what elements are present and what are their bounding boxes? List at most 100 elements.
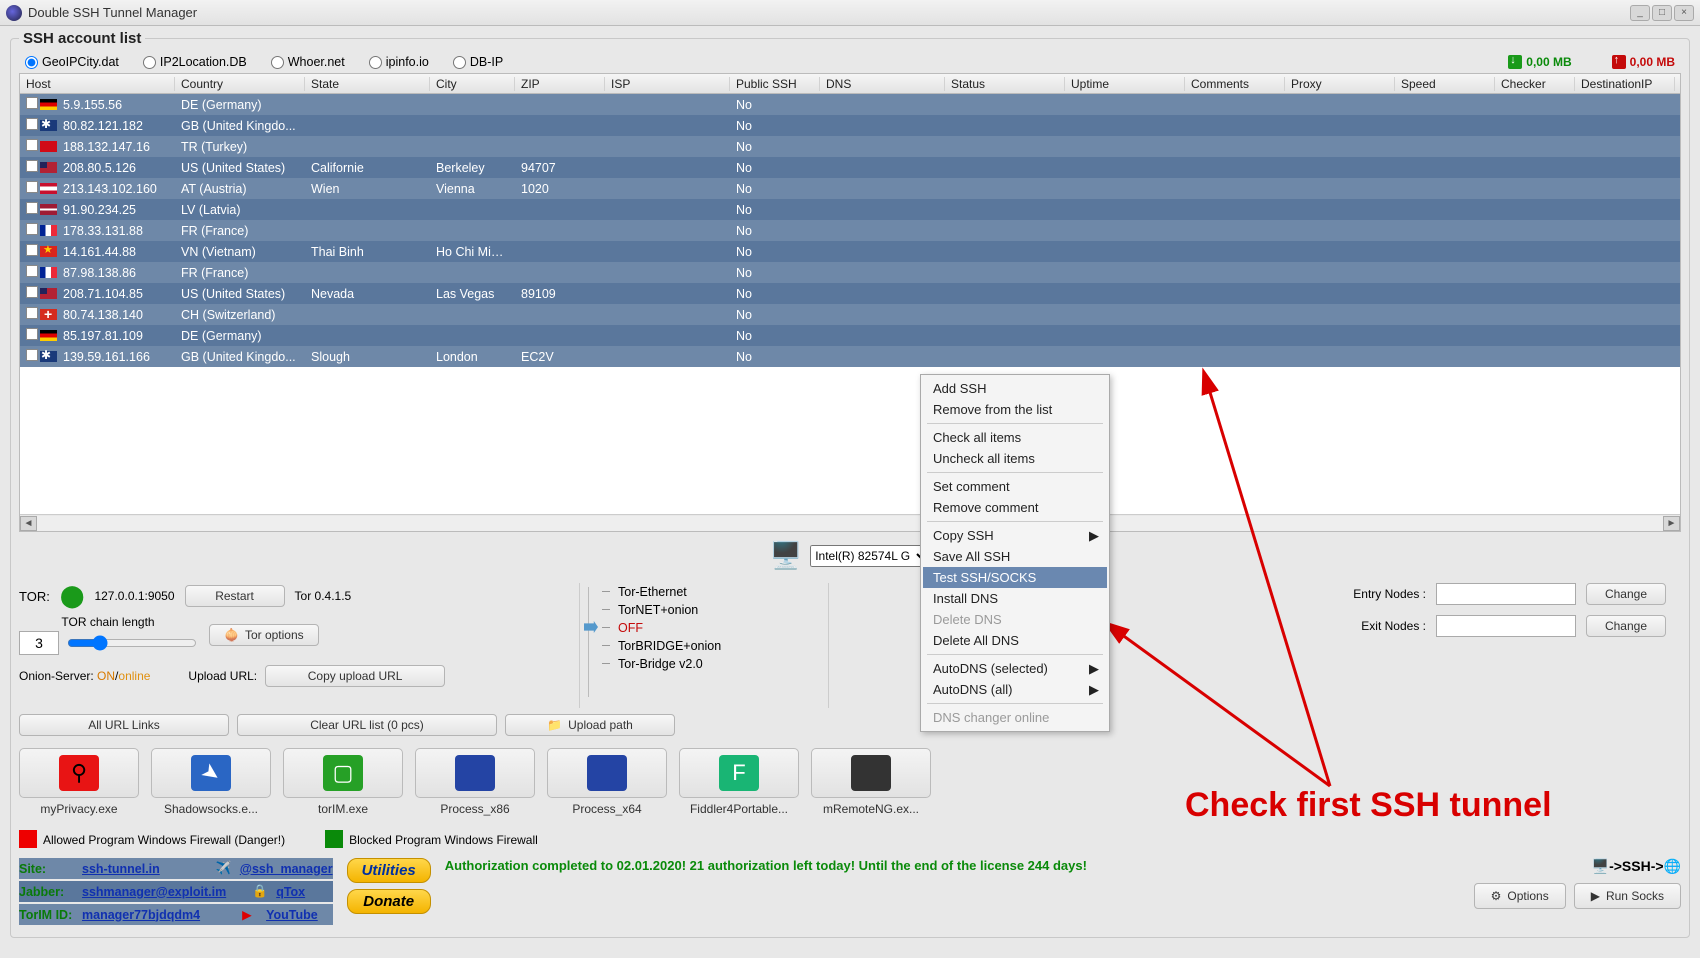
row-checkbox[interactable]: [26, 160, 38, 172]
row-checkbox[interactable]: [26, 202, 38, 214]
clear-url-list-button[interactable]: Clear URL list (0 pcs): [237, 714, 497, 736]
row-checkbox[interactable]: [26, 349, 38, 361]
menu-item[interactable]: Set comment: [923, 476, 1107, 497]
grid-hscroll[interactable]: ◄ ►: [20, 514, 1680, 531]
torim-link[interactable]: manager77bjdqdm4: [82, 908, 200, 922]
row-checkbox[interactable]: [26, 328, 38, 340]
youtube-link[interactable]: YouTube: [266, 908, 318, 922]
run-socks-button[interactable]: ▶Run Socks: [1574, 883, 1681, 909]
menu-item[interactable]: Test SSH/SOCKS: [923, 567, 1107, 588]
jabber-link[interactable]: sshmanager@exploit.im: [82, 885, 226, 899]
tor-chain-value[interactable]: [19, 631, 59, 655]
menu-item[interactable]: Uncheck all items: [923, 448, 1107, 469]
scroll-right[interactable]: ►: [1663, 516, 1680, 531]
app-launch-button[interactable]: [811, 748, 931, 798]
tor-restart-button[interactable]: Restart: [185, 585, 285, 607]
table-row[interactable]: 208.71.104.85US (United States)NevadaLas…: [20, 283, 1680, 304]
telegram-link[interactable]: @ssh_manager: [240, 862, 333, 876]
col-city[interactable]: City: [430, 77, 515, 91]
menu-item[interactable]: Check all items: [923, 427, 1107, 448]
grid-rows[interactable]: 5.9.155.56DE (Germany)No80.82.121.182GB …: [20, 94, 1680, 514]
exit-nodes-input[interactable]: [1436, 615, 1576, 637]
geo-opt-2[interactable]: Whoer.net: [271, 55, 345, 69]
tree-item-4[interactable]: Tor-Bridge v2.0: [594, 655, 814, 673]
tor-options-button[interactable]: 🧅Tor options: [209, 624, 319, 646]
maximize-button[interactable]: □: [1652, 5, 1672, 21]
col-dest[interactable]: DestinationIP: [1575, 77, 1675, 91]
scroll-left[interactable]: ◄: [20, 516, 37, 531]
table-row[interactable]: 91.90.234.25LV (Latvia)No: [20, 199, 1680, 220]
geo-opt-3[interactable]: ipinfo.io: [369, 55, 429, 69]
tor-chain-slider[interactable]: [67, 635, 197, 651]
menu-item[interactable]: AutoDNS (selected)▶: [923, 658, 1107, 679]
donate-button[interactable]: Donate: [347, 889, 431, 914]
tree-item-1[interactable]: TorNET+onion: [594, 601, 814, 619]
app-launch-button[interactable]: [547, 748, 667, 798]
scroll-track[interactable]: [37, 516, 1663, 531]
col-host[interactable]: Host: [20, 77, 175, 91]
table-row[interactable]: 139.59.161.166GB (United Kingdo...Slough…: [20, 346, 1680, 367]
options-button[interactable]: ⚙Options: [1474, 883, 1566, 909]
copy-upload-url-button[interactable]: Copy upload URL: [265, 665, 445, 687]
menu-item[interactable]: Delete All DNS: [923, 630, 1107, 651]
menu-item[interactable]: Save All SSH: [923, 546, 1107, 567]
table-row[interactable]: 80.82.121.182GB (United Kingdo...No: [20, 115, 1680, 136]
tree-item-0[interactable]: Tor-Ethernet: [594, 583, 814, 601]
utilities-button[interactable]: Utilities: [347, 858, 431, 883]
menu-item[interactable]: AutoDNS (all)▶: [923, 679, 1107, 700]
app-launch-button[interactable]: ⚲: [19, 748, 139, 798]
grid-header[interactable]: Host Country State City ZIP ISP Public S…: [20, 74, 1680, 94]
entry-nodes-input[interactable]: [1436, 583, 1576, 605]
app-launch-button[interactable]: ▢: [283, 748, 403, 798]
geo-opt-4[interactable]: DB-IP: [453, 55, 503, 69]
col-state[interactable]: State: [305, 77, 430, 91]
entry-nodes-change-button[interactable]: Change: [1586, 583, 1666, 605]
col-uptime[interactable]: Uptime: [1065, 77, 1185, 91]
table-row[interactable]: 80.74.138.140CH (Switzerland)No: [20, 304, 1680, 325]
menu-item[interactable]: Copy SSH▶: [923, 525, 1107, 546]
table-row[interactable]: 85.197.81.109DE (Germany)No: [20, 325, 1680, 346]
geo-opt-0[interactable]: GeoIPCity.dat: [25, 55, 119, 69]
adapter-select[interactable]: Intel(R) 82574L G: [810, 545, 930, 567]
row-checkbox[interactable]: [26, 265, 38, 277]
table-row[interactable]: 5.9.155.56DE (Germany)No: [20, 94, 1680, 115]
col-isp[interactable]: ISP: [605, 77, 730, 91]
col-pssh[interactable]: Public SSH: [730, 77, 820, 91]
col-comments[interactable]: Comments: [1185, 77, 1285, 91]
table-row[interactable]: 188.132.147.16TR (Turkey)No: [20, 136, 1680, 157]
col-proxy[interactable]: Proxy: [1285, 77, 1395, 91]
menu-item[interactable]: Remove comment: [923, 497, 1107, 518]
table-row[interactable]: 178.33.131.88FR (France)No: [20, 220, 1680, 241]
minimize-button[interactable]: _: [1630, 5, 1650, 21]
table-row[interactable]: 208.80.5.126US (United States)Californie…: [20, 157, 1680, 178]
app-launch-button[interactable]: [415, 748, 535, 798]
context-menu[interactable]: Add SSHRemove from the listCheck all ite…: [920, 374, 1110, 732]
qtox-link[interactable]: qTox: [276, 885, 305, 899]
col-speed[interactable]: Speed: [1395, 77, 1495, 91]
app-launch-button[interactable]: F: [679, 748, 799, 798]
app-launch-button[interactable]: ➤: [151, 748, 271, 798]
table-row[interactable]: 213.143.102.160AT (Austria)WienVienna102…: [20, 178, 1680, 199]
exit-nodes-change-button[interactable]: Change: [1586, 615, 1666, 637]
upload-path-button[interactable]: 📁Upload path: [505, 714, 675, 736]
menu-item[interactable]: Remove from the list: [923, 399, 1107, 420]
col-status[interactable]: Status: [945, 77, 1065, 91]
row-checkbox[interactable]: [26, 223, 38, 235]
table-row[interactable]: 14.161.44.88VN (Vietnam)Thai BinhHo Chi …: [20, 241, 1680, 262]
tree-item-2[interactable]: OFF: [594, 619, 814, 637]
row-checkbox[interactable]: [26, 181, 38, 193]
col-zip[interactable]: ZIP: [515, 77, 605, 91]
all-url-links-button[interactable]: All URL Links: [19, 714, 229, 736]
row-checkbox[interactable]: [26, 244, 38, 256]
geo-opt-1[interactable]: IP2Location.DB: [143, 55, 247, 69]
row-checkbox[interactable]: [26, 139, 38, 151]
menu-item[interactable]: Install DNS: [923, 588, 1107, 609]
row-checkbox[interactable]: [26, 307, 38, 319]
row-checkbox[interactable]: [26, 118, 38, 130]
table-row[interactable]: 87.98.138.86FR (France)No: [20, 262, 1680, 283]
tree-item-3[interactable]: TorBRIDGE+onion: [594, 637, 814, 655]
row-checkbox[interactable]: [26, 286, 38, 298]
close-button[interactable]: ×: [1674, 5, 1694, 21]
col-checker[interactable]: Checker: [1495, 77, 1575, 91]
col-dns[interactable]: DNS: [820, 77, 945, 91]
